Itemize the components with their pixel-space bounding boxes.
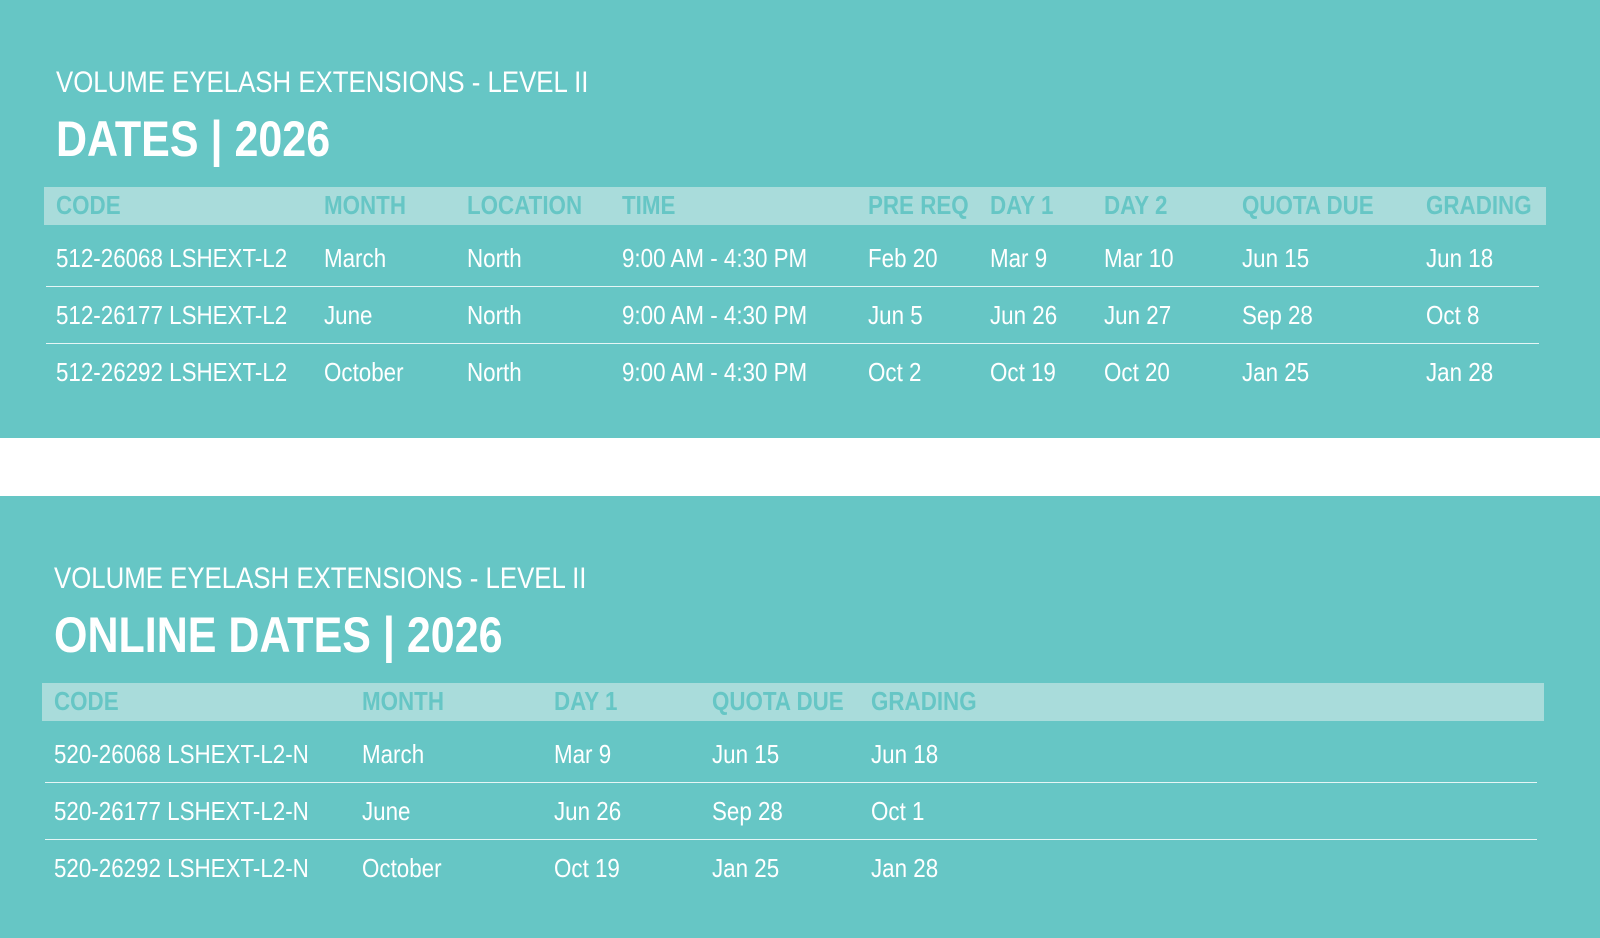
cell-quota-due: Jan 25 [712, 853, 780, 883]
cell-day-2: Jun 27 [1104, 300, 1172, 330]
cell-location: North [467, 243, 522, 273]
header-quota-due: QUOTA DUE [712, 686, 844, 716]
header-code: CODE [54, 686, 119, 716]
cell-code: 520-26292 LSHEXT-L2-N [54, 853, 309, 883]
cell-day-2: Mar 10 [1104, 243, 1174, 273]
cell-code: 512-26292 LSHEXT-L2 [56, 357, 288, 387]
course-subtitle: VOLUME EYELASH EXTENSIONS - LEVEL II [56, 66, 589, 99]
cell-grading: Oct 1 [871, 796, 925, 826]
header-day-1: DAY 1 [554, 686, 618, 716]
cell-time: 9:00 AM - 4:30 PM [622, 243, 808, 273]
cell-pre-req: Jun 5 [868, 300, 923, 330]
cell-month: October [324, 357, 404, 387]
header-day-1: DAY 1 [990, 190, 1054, 220]
cell-code: 512-26068 LSHEXT-L2 [56, 243, 288, 273]
cell-grading: Jun 18 [871, 739, 939, 769]
header-grading: GRADING [871, 686, 977, 716]
cell-quota-due: Sep 28 [712, 796, 783, 826]
cell-quota-due: Sep 28 [1242, 300, 1313, 330]
header-day-2: DAY 2 [1104, 190, 1168, 220]
cell-day-1: Oct 19 [990, 357, 1056, 387]
cell-month: March [362, 739, 425, 769]
in-person-dates-panel: VOLUME EYELASH EXTENSIONS - LEVEL II DAT… [0, 0, 1600, 438]
table-row: 512-26292 LSHEXT-L2 October North 9:00 A… [46, 344, 1539, 400]
cell-time: 9:00 AM - 4:30 PM [622, 357, 808, 387]
cell-pre-req: Oct 2 [868, 357, 922, 387]
cell-day-1: Jun 26 [990, 300, 1058, 330]
header-pre-req: PRE REQ [868, 190, 969, 220]
cell-day-1: Oct 19 [554, 853, 620, 883]
cell-quota-due: Jun 15 [712, 739, 780, 769]
header-grading: GRADING [1426, 190, 1532, 220]
table-row: 512-26177 LSHEXT-L2 June North 9:00 AM -… [46, 287, 1539, 344]
cell-quota-due: Jan 25 [1242, 357, 1310, 387]
cell-grading: Oct 8 [1426, 300, 1480, 330]
header-time: TIME [622, 190, 676, 220]
header-month: MONTH [362, 686, 444, 716]
cell-pre-req: Feb 20 [868, 243, 938, 273]
cell-grading: Jun 18 [1426, 243, 1494, 273]
cell-quota-due: Jun 15 [1242, 243, 1310, 273]
cell-code: 520-26068 LSHEXT-L2-N [54, 739, 309, 769]
cell-grading: Jan 28 [1426, 357, 1494, 387]
online-dates-title: ONLINE DATES | 2026 [54, 607, 503, 663]
header-code: CODE [56, 190, 121, 220]
online-dates-panel: VOLUME EYELASH EXTENSIONS - LEVEL II ONL… [0, 496, 1600, 938]
cell-time: 9:00 AM - 4:30 PM [622, 300, 808, 330]
table-row: 520-26292 LSHEXT-L2-N October Oct 19 Jan… [45, 840, 1537, 896]
cell-grading: Jan 28 [871, 853, 939, 883]
cell-day-2: Oct 20 [1104, 357, 1170, 387]
cell-day-1: Jun 26 [554, 796, 622, 826]
header-month: MONTH [324, 190, 406, 220]
cell-location: North [467, 357, 522, 387]
header-location: LOCATION [467, 190, 583, 220]
cell-day-1: Mar 9 [554, 739, 612, 769]
cell-month: June [324, 300, 373, 330]
header-quota-due: QUOTA DUE [1242, 190, 1374, 220]
table-row: 512-26068 LSHEXT-L2 March North 9:00 AM … [46, 230, 1539, 287]
table-header: CODE MONTH DAY 1 QUOTA DUE GRADING [42, 683, 1544, 721]
cell-day-1: Mar 9 [990, 243, 1048, 273]
cell-code: 512-26177 LSHEXT-L2 [56, 300, 288, 330]
table-header: CODE MONTH LOCATION TIME PRE REQ DAY 1 D… [44, 187, 1546, 225]
cell-code: 520-26177 LSHEXT-L2-N [54, 796, 309, 826]
dates-title: DATES | 2026 [56, 111, 331, 167]
cell-location: North [467, 300, 522, 330]
cell-month: October [362, 853, 442, 883]
cell-month: June [362, 796, 411, 826]
course-subtitle: VOLUME EYELASH EXTENSIONS - LEVEL II [54, 562, 587, 595]
cell-month: March [324, 243, 387, 273]
table-row: 520-26177 LSHEXT-L2-N June Jun 26 Sep 28… [45, 783, 1537, 840]
table-row: 520-26068 LSHEXT-L2-N March Mar 9 Jun 15… [45, 726, 1537, 783]
